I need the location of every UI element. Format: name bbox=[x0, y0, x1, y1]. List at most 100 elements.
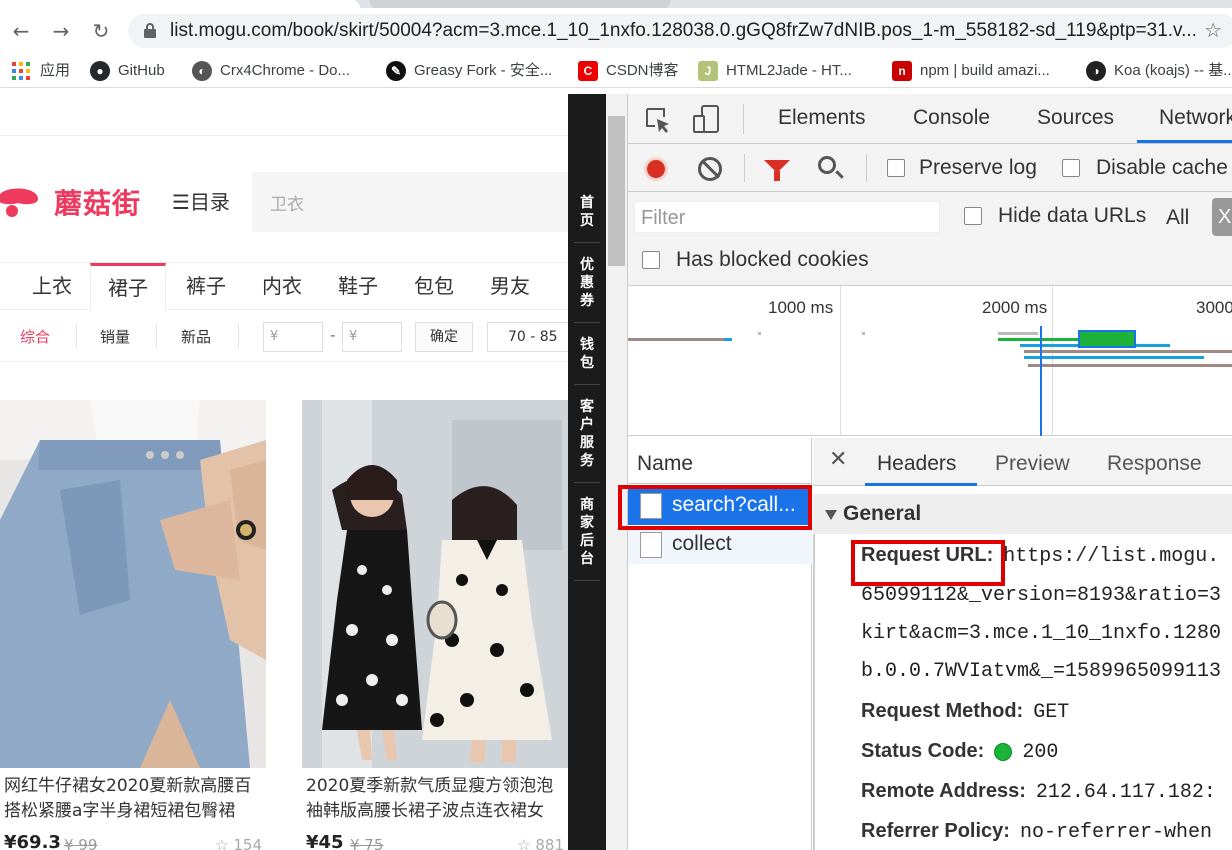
page-scrollbar[interactable] bbox=[606, 94, 628, 850]
logo-text[interactable]: 蘑菇街 bbox=[54, 182, 141, 222]
request-method-row: Request Method: GET bbox=[861, 700, 1069, 724]
category-menu-button[interactable]: ☰目录 bbox=[172, 186, 230, 215]
bookmark-csdn[interactable]: C CSDN博客 bbox=[578, 60, 679, 82]
tab-sources[interactable]: Sources bbox=[1037, 106, 1114, 130]
product-favorites[interactable]: ☆ 154 bbox=[215, 836, 262, 850]
collapse-triangle-icon bbox=[825, 510, 837, 520]
browser-toolbar: ← → ↻ list.mogu.com/book/skirt/50004?acm… bbox=[0, 8, 1232, 54]
sidebar-item-coupons[interactable]: 优惠券 bbox=[568, 256, 606, 310]
search-placeholder: 卫衣 bbox=[270, 195, 304, 215]
tab-menswear[interactable]: 男友 bbox=[472, 263, 548, 311]
address-bar[interactable]: list.mogu.com/book/skirt/50004?acm=3.mce… bbox=[128, 14, 1232, 48]
forward-icon[interactable]: → bbox=[48, 18, 74, 44]
device-toolbar-icon[interactable] bbox=[692, 104, 722, 134]
clear-icon[interactable] bbox=[698, 157, 722, 181]
tab-response[interactable]: Response bbox=[1107, 452, 1202, 476]
general-section-header[interactable]: General bbox=[813, 494, 1232, 534]
active-tab[interactable] bbox=[0, 0, 360, 8]
disable-cache-label: Disable cache bbox=[1096, 156, 1228, 179]
tab-skirts[interactable]: 裙子 bbox=[90, 263, 166, 311]
filter-input[interactable]: Filter bbox=[634, 201, 940, 233]
tab-bags[interactable]: 包包 bbox=[396, 263, 472, 311]
search-input[interactable]: 卫衣 bbox=[252, 172, 568, 232]
hide-data-urls-checkbox[interactable] bbox=[964, 207, 982, 225]
product-title[interactable]: 网红牛仔裙女2020夏新款高腰百搭松紧腰a字半身裙短裙包臀裙 bbox=[4, 774, 266, 824]
referrer-policy-value: no-referrer-when bbox=[1019, 821, 1212, 844]
status-code-key: Status Code: bbox=[861, 740, 985, 762]
sidebar-item-wallet[interactable]: 钱包 bbox=[568, 336, 606, 372]
price-dash: - bbox=[330, 326, 336, 344]
name-column-header[interactable]: Name bbox=[628, 438, 812, 484]
price-max-input[interactable]: ¥ bbox=[342, 322, 402, 352]
timeline-gridline bbox=[1052, 286, 1053, 436]
divider bbox=[574, 384, 600, 385]
sidebar-item-customer-service[interactable]: 客户服务 bbox=[568, 398, 606, 470]
tab-elements[interactable]: Elements bbox=[778, 106, 866, 130]
sidebar-label: 客户服务 bbox=[580, 399, 594, 469]
close-icon[interactable]: ✕ bbox=[829, 446, 847, 472]
network-overview-timeline[interactable]: 1000 ms 2000 ms 3000 bbox=[628, 286, 1232, 436]
filter-all-button[interactable]: All bbox=[1166, 206, 1189, 230]
bookmark-koa[interactable]: ◑ Koa (koajs) -- 基... bbox=[1086, 60, 1232, 82]
product-card[interactable]: 网红牛仔裙女2020夏新款高腰百搭松紧腰a字半身裙短裙包臀裙 ¥69.3 ¥ 9… bbox=[0, 400, 266, 850]
timeline-tick: 3000 bbox=[1196, 298, 1232, 317]
bookmark-star-icon[interactable]: ☆ bbox=[1204, 18, 1222, 42]
timeline-bar bbox=[758, 332, 761, 335]
bookmark-apps[interactable]: 应用 bbox=[10, 60, 70, 82]
bookmark-greasyfork[interactable]: ✎ Greasy Fork - 安全... bbox=[386, 60, 552, 82]
scrollbar-thumb[interactable] bbox=[608, 116, 625, 266]
tab-headers[interactable]: Headers bbox=[877, 452, 956, 476]
has-blocked-cookies-label: Has blocked cookies bbox=[676, 248, 869, 271]
tab-underwear[interactable]: 内衣 bbox=[244, 263, 320, 311]
price-range-option[interactable]: 70 - 85 bbox=[487, 322, 568, 352]
tab-preview[interactable]: Preview bbox=[995, 452, 1070, 476]
tab-shoes[interactable]: 鞋子 bbox=[320, 263, 396, 311]
divider bbox=[574, 482, 600, 483]
inactive-tab[interactable] bbox=[370, 0, 670, 8]
product-favorites[interactable]: ☆ 881 bbox=[517, 836, 564, 850]
back-icon[interactable]: ← bbox=[8, 18, 34, 44]
status-ok-icon bbox=[994, 742, 1013, 761]
preserve-log-checkbox[interactable] bbox=[887, 159, 905, 177]
reload-icon[interactable]: ↻ bbox=[88, 18, 114, 44]
record-icon[interactable] bbox=[644, 157, 668, 181]
request-url-continued: 65099112&_version=8193&ratio=3 bbox=[861, 584, 1222, 607]
hide-data-urls-label: Hide data URLs bbox=[998, 204, 1147, 227]
mushroom-logo-icon[interactable] bbox=[0, 179, 42, 219]
bookmark-github[interactable]: ● GitHub bbox=[90, 60, 165, 82]
product-image[interactable] bbox=[0, 400, 266, 768]
tab-tops[interactable]: 上衣 bbox=[14, 263, 90, 311]
sidebar-item-home[interactable]: 首页 bbox=[568, 194, 606, 230]
product-image[interactable] bbox=[302, 400, 568, 768]
search-icon[interactable] bbox=[818, 156, 836, 174]
sort-comprehensive[interactable]: 综合 bbox=[20, 326, 50, 347]
price-min-input[interactable]: ¥ bbox=[263, 322, 323, 352]
disable-cache-checkbox[interactable] bbox=[1062, 159, 1080, 177]
tab-strip bbox=[0, 0, 1232, 8]
has-blocked-cookies-checkbox[interactable] bbox=[642, 251, 660, 269]
request-row-collect[interactable]: collect bbox=[628, 526, 812, 564]
tab-network[interactable]: Network bbox=[1159, 106, 1232, 130]
bookmark-crx4chrome[interactable]: ◐ Crx4Chrome - Do... bbox=[192, 60, 350, 82]
sidebar-item-merchant[interactable]: 商家后台 bbox=[568, 496, 606, 568]
product-title[interactable]: 2020夏季新款气质显瘦方领泡泡袖韩版高腰长裙子波点连衣裙女 bbox=[306, 774, 568, 824]
star-outline-icon: ☆ bbox=[517, 836, 536, 850]
tab-pants[interactable]: 裤子 bbox=[168, 263, 244, 311]
document-icon bbox=[640, 532, 662, 558]
price-confirm-button[interactable]: 确定 bbox=[415, 322, 473, 352]
html2jade-icon: J bbox=[698, 61, 718, 82]
inspect-element-icon[interactable] bbox=[644, 106, 672, 134]
bookmark-label: Greasy Fork - 安全... bbox=[414, 62, 553, 79]
product-card[interactable]: 2020夏季新款气质显瘦方领泡泡袖韩版高腰长裙子波点连衣裙女 ¥45 ¥ 75 … bbox=[302, 400, 568, 850]
bookmark-npm[interactable]: n npm | build amazi... bbox=[892, 60, 1050, 82]
sort-sales[interactable]: 销量 bbox=[100, 326, 130, 347]
timeline-tick: 1000 ms bbox=[768, 298, 834, 317]
url-text[interactable]: list.mogu.com/book/skirt/50004?acm=3.mce… bbox=[170, 20, 1197, 42]
divider bbox=[574, 580, 600, 581]
filter-xhr-button[interactable]: X bbox=[1212, 198, 1232, 236]
filter-bar: 综合 销量 新品 ¥ - ¥ 确定 70 - 85 bbox=[0, 310, 568, 362]
tab-console[interactable]: Console bbox=[913, 106, 990, 130]
filter-icon[interactable] bbox=[764, 160, 790, 181]
sort-new[interactable]: 新品 bbox=[181, 326, 211, 347]
bookmark-html2jade[interactable]: J HTML2Jade - HT... bbox=[698, 60, 852, 82]
